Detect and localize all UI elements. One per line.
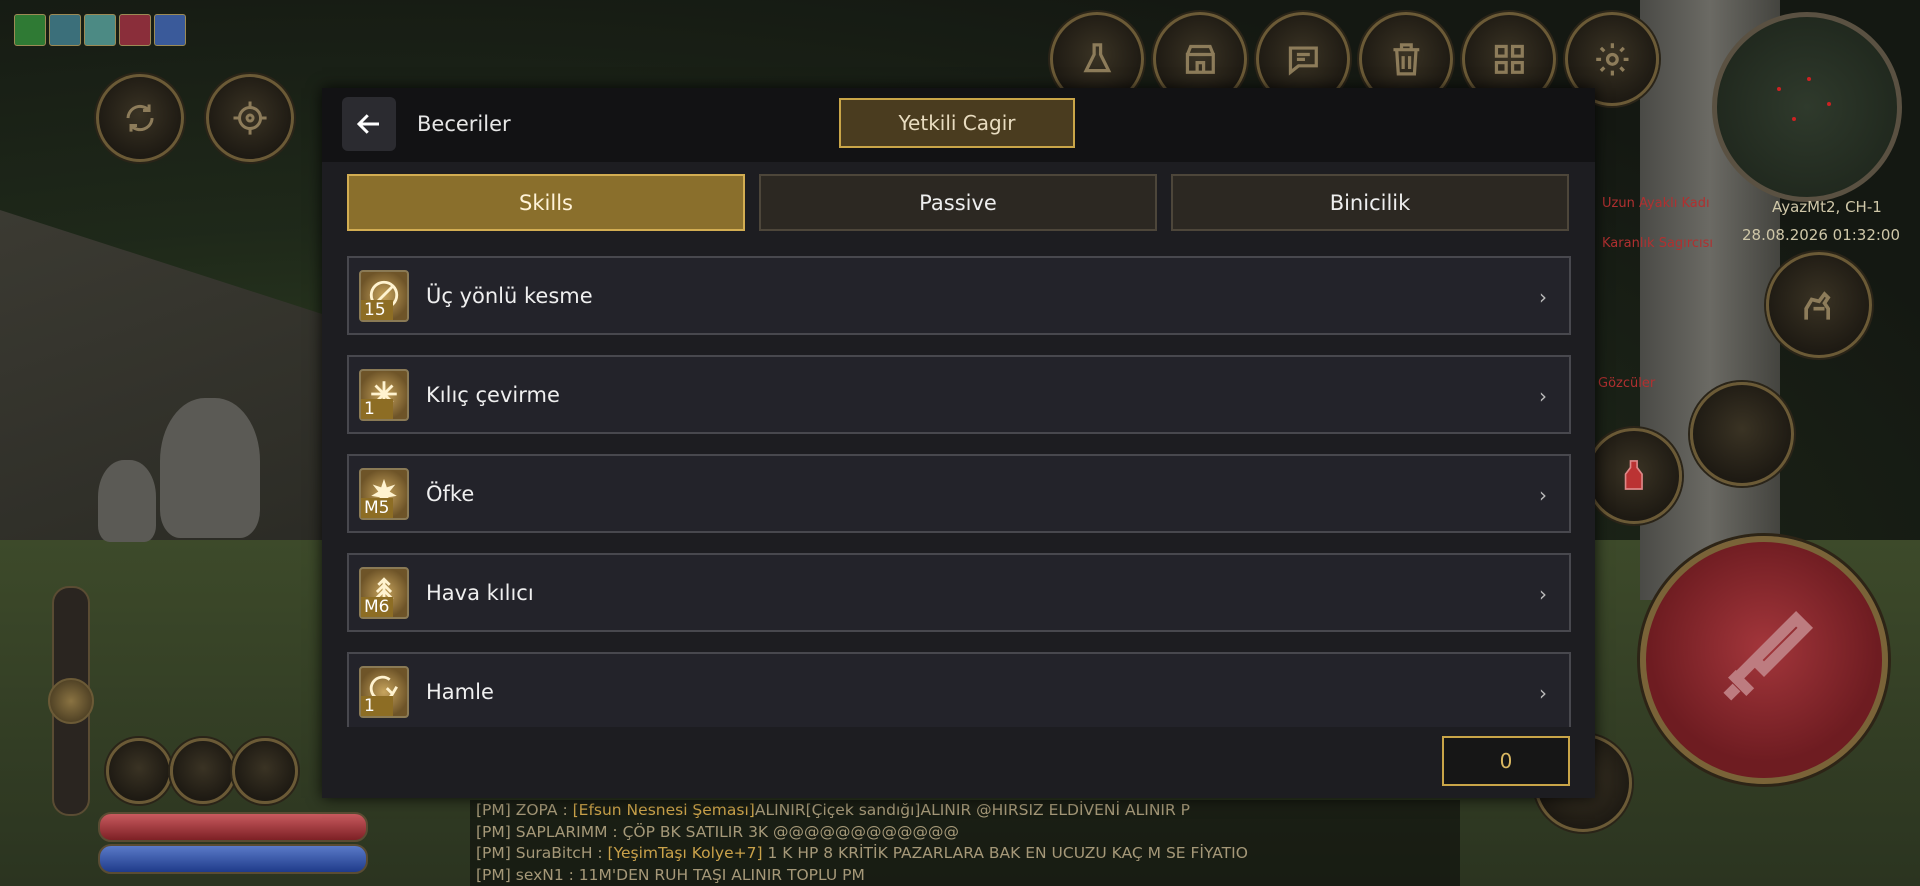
potion-slot-button[interactable] [1586,428,1682,524]
skill-level-badge: 1 [361,696,393,716]
skill-name: Hamle [426,680,494,704]
chat-line: [PM] sexN1 : 11M'DEN RUH TAŞI ALINIR TOP… [476,865,865,884]
spinning-blade-icon: 1 [359,369,409,421]
npc-name-tag: Uzun Ayaklı Kadı [1602,196,1710,211]
dialog-title: Beceriler [417,112,511,136]
server-channel-label: AyazMt2, CH-1 [1772,198,1882,216]
skill-row[interactable]: M5 Öfke › [347,454,1571,533]
skill-level-badge: M6 [361,597,393,617]
skill-level-badge: 15 [361,300,393,320]
buff-icon [119,14,151,46]
skill-list[interactable]: 15 Üç yönlü kesme › 1 Kılıç çevirme › M5… [347,256,1571,727]
sword-slash-icon: 15 [359,270,409,322]
buff-icon [154,14,186,46]
background-rock [98,460,156,542]
dialog-header: Beceriler Yetkili Cagir [322,88,1595,162]
skill-row[interactable]: M6 Hava kılıcı › [347,553,1571,632]
chevron-right-icon: › [1539,582,1547,606]
chevron-right-icon: › [1539,384,1547,408]
buff-icon [14,14,46,46]
rage-burst-icon: M5 [359,468,409,520]
attack-button[interactable] [1640,536,1888,784]
minimap[interactable] [1712,12,1902,202]
air-sword-icon: M6 [359,567,409,619]
skill-row[interactable]: 1 Hamle › [347,652,1571,727]
skill-name: Hava kılıcı [426,581,534,605]
chat-line: [PM] ZOPA : [Efsun Nesnesi Şeması]ALINIR… [476,801,1191,819]
quickslot-button[interactable] [106,738,172,804]
chevron-right-icon: › [1539,285,1547,309]
skill-slot-button[interactable] [1690,382,1794,486]
back-button[interactable] [342,97,396,151]
quickslot-button[interactable] [232,738,298,804]
chevron-right-icon: › [1539,681,1547,705]
minimap-marker [1792,117,1796,121]
arrow-left-icon [356,114,379,134]
skill-row[interactable]: 15 Üç yönlü kesme › [347,256,1571,335]
skill-name: Kılıç çevirme [426,383,560,407]
skill-name: Öfke [426,482,475,506]
tab-skills[interactable]: Skills [347,174,745,231]
dash-icon: 1 [359,666,409,718]
skill-points-display: 0 [1442,736,1570,786]
skill-level-badge: M5 [361,498,393,518]
skills-dialog: Beceriler Yetkili Cagir Skills Passive B… [322,88,1595,798]
auto-hunt-button[interactable] [96,74,184,162]
mp-bar [98,844,368,874]
camera-slider-knob[interactable] [48,678,94,724]
skill-level-badge: 1 [361,399,393,419]
target-button[interactable] [206,74,294,162]
chevron-right-icon: › [1539,483,1547,507]
mount-button[interactable] [1766,252,1872,358]
background-rock [160,398,260,538]
tab-passive[interactable]: Passive [759,174,1157,231]
minimap-marker [1777,87,1781,91]
call-gm-button[interactable]: Yetkili Cagir [839,98,1075,148]
minimap-marker [1807,77,1811,81]
quickslot-button[interactable] [170,738,236,804]
hp-bar [98,812,368,842]
minimap-marker [1827,102,1831,106]
npc-name-tag: Karanlık Sagırcısı [1602,236,1713,251]
tab-riding[interactable]: Binicilik [1171,174,1569,231]
chat-line: [PM] SuraBitcH : [YeşimTaşı Kolye+7] 1 K… [476,844,1248,862]
npc-name-tag: Gözcüler [1598,376,1656,391]
chat-line: [PM] SAPLARIMM : ÇÖP BK SATILIR 3K @@@@@… [476,822,960,841]
camera-slider[interactable] [48,586,94,816]
skill-name: Üç yönlü kesme [426,284,593,308]
skill-row[interactable]: 1 Kılıç çevirme › [347,355,1571,434]
buff-icon [49,14,81,46]
buff-icon [84,14,116,46]
chat-log: [PM] ZOPA : [Efsun Nesnesi Şeması]ALINIR… [470,800,1460,886]
datetime-label: 28.08.2026 01:32:00 [1742,226,1901,244]
